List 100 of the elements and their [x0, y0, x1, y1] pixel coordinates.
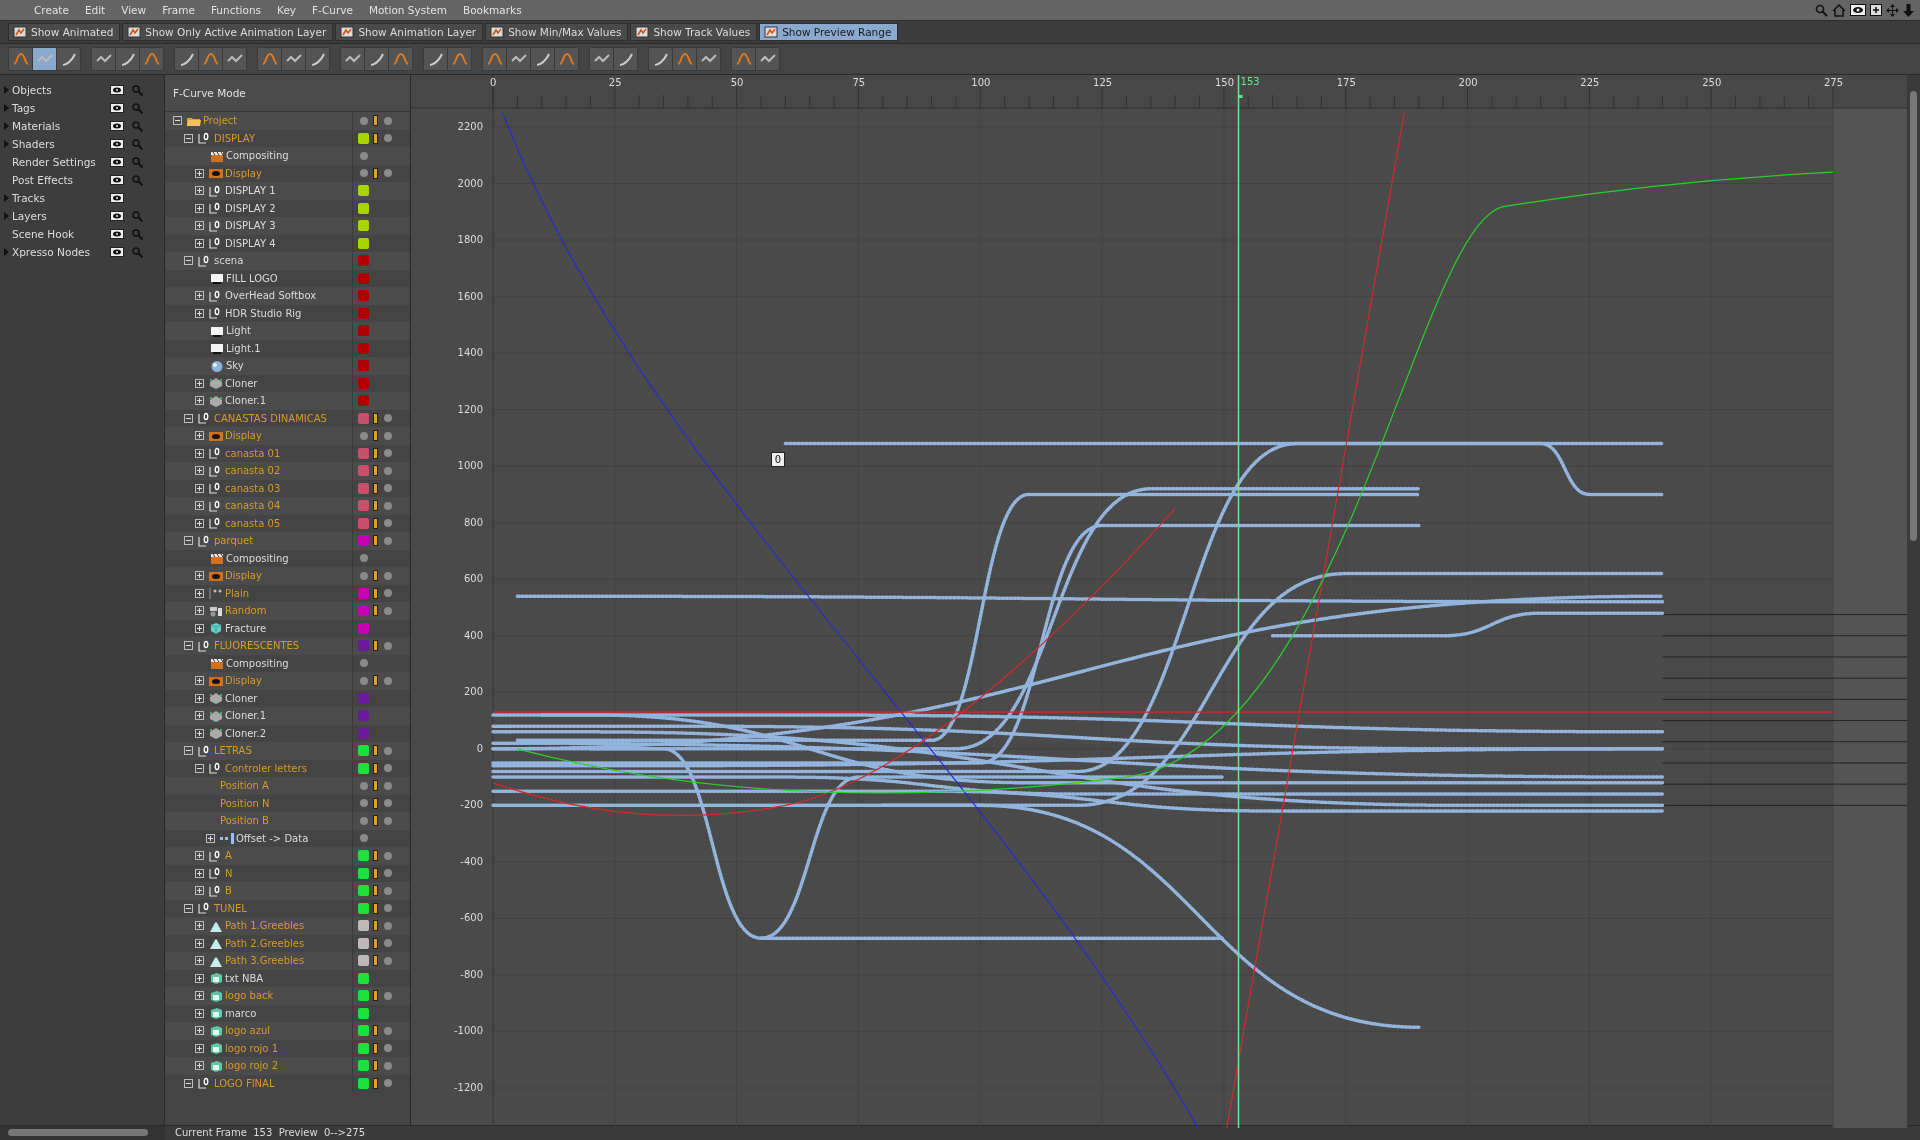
status-dot[interactable] [383, 466, 392, 475]
eye-icon[interactable] [110, 193, 124, 203]
key-marker[interactable] [373, 430, 378, 442]
toolbar-button[interactable] [448, 48, 471, 70]
tree-item[interactable]: Project [203, 115, 238, 127]
status-dot[interactable] [383, 519, 392, 528]
status-dot[interactable] [383, 134, 392, 143]
key-marker[interactable] [373, 885, 378, 897]
color-swatch[interactable] [358, 342, 369, 354]
collapse-icon[interactable] [173, 116, 182, 126]
status-dot[interactable] [383, 431, 392, 440]
toolbar-button[interactable] [424, 48, 447, 70]
tree-item[interactable]: Position N [220, 797, 270, 809]
expand-icon[interactable] [195, 501, 204, 511]
key-marker[interactable] [373, 850, 378, 862]
tree-item[interactable]: Cloner.1 [225, 710, 267, 722]
tree-item[interactable]: A [225, 850, 232, 862]
sidebar-item[interactable]: Tags [12, 102, 110, 114]
tree-item[interactable]: TUNEL [214, 902, 247, 914]
status-dot[interactable] [359, 169, 368, 178]
sidebar-item[interactable]: Layers [12, 210, 110, 222]
color-swatch[interactable] [358, 850, 369, 862]
search-icon[interactable] [1815, 3, 1828, 17]
color-swatch[interactable] [358, 290, 369, 302]
status-dot[interactable] [359, 816, 368, 825]
eye-icon[interactable] [110, 85, 124, 95]
key-marker[interactable] [373, 675, 378, 687]
color-swatch[interactable] [358, 220, 369, 232]
toolbar-button[interactable] [649, 48, 672, 70]
status-dot[interactable] [383, 816, 392, 825]
tree-item[interactable]: B [225, 885, 232, 897]
tree-item[interactable]: N [225, 867, 233, 879]
color-swatch[interactable] [358, 377, 369, 389]
expand-icon[interactable] [195, 1026, 204, 1036]
menu-item[interactable]: Edit [76, 4, 114, 16]
tree-item[interactable]: parquet [214, 535, 254, 547]
status-dot[interactable] [383, 571, 392, 580]
tree-item[interactable]: Sky [226, 360, 244, 372]
expand-icon[interactable] [195, 868, 204, 878]
tree-item[interactable]: Compositing [226, 657, 289, 669]
status-dot[interactable] [383, 886, 392, 895]
expand-icon[interactable] [195, 431, 204, 441]
expand-icon[interactable] [195, 938, 204, 948]
color-swatch[interactable] [358, 622, 369, 634]
color-swatch[interactable] [358, 1025, 369, 1037]
key-marker[interactable] [373, 570, 378, 582]
key-marker[interactable] [373, 797, 378, 809]
status-dot[interactable] [383, 1044, 392, 1053]
tree-item[interactable]: HDR Studio Rig [225, 307, 302, 319]
toolbar-button[interactable] [732, 48, 755, 70]
tree-item[interactable]: Cloner [225, 377, 258, 389]
expand-icon[interactable] [195, 466, 204, 476]
sidebar-item[interactable]: Render Settings [12, 156, 110, 168]
tree-item[interactable]: Light [226, 325, 251, 337]
filter-button[interactable]: Show Min/Max Values [485, 23, 629, 41]
status-dot[interactable] [383, 484, 392, 493]
color-swatch[interactable] [358, 990, 369, 1002]
color-swatch[interactable] [358, 517, 369, 529]
color-swatch[interactable] [358, 762, 369, 774]
expand-icon[interactable] [195, 378, 204, 388]
color-swatch[interactable] [358, 972, 369, 984]
expand-icon[interactable] [206, 833, 215, 843]
toolbar-button[interactable] [697, 48, 720, 70]
tree-item[interactable]: FILL LOGO [226, 272, 278, 284]
color-swatch[interactable] [358, 1042, 369, 1054]
status-dot[interactable] [383, 851, 392, 860]
key-marker[interactable] [373, 115, 378, 127]
eye-icon[interactable] [110, 103, 124, 113]
expand-icon[interactable] [195, 606, 204, 616]
menu-item[interactable]: Bookmarks [454, 4, 530, 16]
expand-icon[interactable] [195, 483, 204, 493]
tree-item[interactable]: Position B [220, 815, 269, 827]
key-marker[interactable] [373, 412, 378, 424]
expand-icon[interactable] [195, 396, 204, 406]
toolbar-button[interactable] [614, 48, 637, 70]
expand-icon[interactable] [195, 851, 204, 861]
toolbar-button[interactable] [258, 48, 281, 70]
tree-item[interactable]: canasta 03 [225, 482, 281, 494]
key-marker[interactable] [373, 815, 378, 827]
color-swatch[interactable] [358, 745, 369, 757]
key-marker[interactable] [373, 745, 378, 757]
expand-icon[interactable] [195, 676, 204, 686]
menu-item[interactable]: Key [269, 4, 305, 16]
tree-item[interactable]: marco [225, 1007, 257, 1019]
tree-item[interactable]: DISPLAY 2 [225, 202, 276, 214]
eye-icon[interactable] [110, 229, 124, 239]
tree-item[interactable]: Controler letters [225, 762, 307, 774]
status-dot[interactable] [359, 116, 368, 125]
color-swatch[interactable] [358, 727, 369, 739]
status-dot[interactable] [383, 781, 392, 790]
status-dot[interactable] [383, 991, 392, 1000]
scrollbar-thumb[interactable] [8, 1129, 148, 1136]
tree-item[interactable]: LOGO FINAL [214, 1077, 275, 1089]
status-dot[interactable] [383, 589, 392, 598]
tree-item[interactable]: Display [225, 430, 262, 442]
sidebar-item[interactable]: Tracks [12, 192, 110, 204]
key-marker[interactable] [373, 1077, 378, 1089]
tree-item[interactable]: scena [214, 255, 244, 267]
color-swatch[interactable] [358, 902, 369, 914]
color-swatch[interactable] [358, 535, 369, 547]
